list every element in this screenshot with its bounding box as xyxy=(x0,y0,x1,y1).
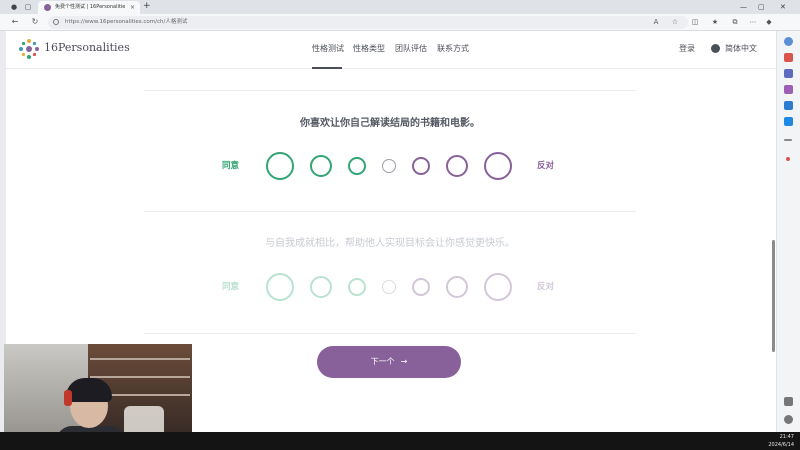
person-hair xyxy=(66,378,112,402)
disagree-label: 反对 xyxy=(537,161,555,171)
window-close-icon[interactable]: ✕ xyxy=(780,2,786,12)
next-button[interactable]: 下一个 → xyxy=(317,346,461,378)
section-divider xyxy=(144,211,636,212)
search-icon[interactable] xyxy=(784,37,793,46)
answer-option-slightly-disagree[interactable] xyxy=(412,157,430,175)
profile-icon[interactable]: ● xyxy=(10,3,18,11)
nav-active-indicator xyxy=(312,67,342,69)
minimize-icon[interactable]: — xyxy=(740,2,747,12)
shelf xyxy=(90,376,190,378)
question-text: 与自我成就相比，帮助他人实现目标会让你感觉更快乐。 xyxy=(265,238,515,249)
nav-personality-types[interactable]: 性格类型 xyxy=(353,43,385,55)
answer-option-strongly-agree[interactable] xyxy=(266,152,294,180)
agree-label: 同意 xyxy=(222,282,240,292)
maximize-icon[interactable]: ▢ xyxy=(758,2,765,12)
site-favicon-icon xyxy=(44,4,51,11)
taskbar-clock[interactable]: 21:47 2024/6/14 xyxy=(768,433,794,449)
games-icon[interactable] xyxy=(784,85,793,94)
favorites-icon[interactable]: ★ xyxy=(710,17,720,27)
logo-icon[interactable] xyxy=(18,38,40,60)
answer-option-neutral[interactable] xyxy=(382,280,396,294)
collections-icon[interactable]: ⧉ xyxy=(730,17,740,27)
nav-team-assessment[interactable]: 团队评估 xyxy=(395,43,427,55)
answer-option-slightly-agree[interactable] xyxy=(348,278,366,296)
answer-option-agree[interactable] xyxy=(310,155,332,177)
answer-option-slightly-disagree[interactable] xyxy=(412,278,430,296)
desktop-screen: ● ▢ 免费个性测试 | 16Personalities × + — ▢ ✕ ←… xyxy=(0,0,800,450)
refresh-icon[interactable]: ↻ xyxy=(30,17,40,27)
outlook-icon[interactable] xyxy=(784,117,793,126)
agree-label: 同意 xyxy=(222,161,240,171)
section-divider xyxy=(144,333,636,334)
question-text: 你喜欢让你自己解读结局的书籍和电影。 xyxy=(300,118,480,129)
sidebar-layout-icon[interactable] xyxy=(784,397,793,406)
new-tab-button[interactable]: + xyxy=(143,1,151,12)
address-url[interactable]: https://www.16personalities.com/ch/人格测试 xyxy=(65,17,187,28)
shelf xyxy=(90,358,190,360)
read-aloud-icon[interactable]: A xyxy=(651,17,661,27)
login-link[interactable]: 登录 xyxy=(679,43,695,55)
copilot-icon[interactable]: ◆ xyxy=(764,17,774,27)
answer-option-disagree[interactable] xyxy=(446,276,468,298)
browser-tab-strip: ● ▢ 免费个性测试 | 16Personalities × + — ▢ ✕ xyxy=(0,0,800,14)
answer-option-agree[interactable] xyxy=(310,276,332,298)
globe-icon[interactable] xyxy=(711,44,720,53)
browser-tab-active[interactable]: 免费个性测试 | 16Personalities × xyxy=(38,1,140,14)
answer-option-neutral[interactable] xyxy=(382,159,396,173)
back-icon[interactable]: ← xyxy=(10,17,20,27)
browser-toolbar: ← ↻ https://www.16personalities.com/ch/人… xyxy=(0,14,800,31)
sidebar-settings-icon[interactable] xyxy=(784,415,793,424)
answer-option-strongly-disagree[interactable] xyxy=(484,273,512,301)
taskbar: 21:47 2024/6/14 xyxy=(0,432,800,450)
add-sidebar-app-icon[interactable] xyxy=(786,157,790,161)
answer-option-disagree[interactable] xyxy=(446,155,468,177)
tab-close-icon[interactable]: × xyxy=(130,3,135,12)
answer-option-slightly-agree[interactable] xyxy=(348,157,366,175)
address-bar[interactable]: https://www.16personalities.com/ch/人格测试 … xyxy=(48,16,688,29)
section-divider xyxy=(144,90,636,91)
tools-icon[interactable] xyxy=(784,69,793,78)
lock-icon xyxy=(53,19,59,25)
browser-sidebar xyxy=(776,31,800,432)
site-header: 16Personalities 性格测试 性格类型 团队评估 联系方式 登录 简… xyxy=(6,31,776,69)
sidebar-divider xyxy=(784,139,792,141)
clock-time: 21:47 xyxy=(779,434,794,440)
settings-more-icon[interactable]: ⋯ xyxy=(748,17,758,27)
shopping-icon[interactable] xyxy=(784,53,793,62)
clock-date: 2024/6/14 xyxy=(768,442,794,448)
page-scrollbar[interactable] xyxy=(772,240,775,352)
answer-option-strongly-agree[interactable] xyxy=(266,273,294,301)
language-selector[interactable]: 简体中文 xyxy=(725,43,757,55)
headset xyxy=(64,390,72,406)
arrow-right-icon: → xyxy=(400,357,408,366)
split-screen-icon[interactable]: ◫ xyxy=(690,17,700,27)
next-button-label: 下一个 xyxy=(370,357,395,366)
tab-actions-icon[interactable]: ▢ xyxy=(24,3,32,11)
nav-contact[interactable]: 联系方式 xyxy=(437,43,469,55)
disagree-label: 反对 xyxy=(537,282,555,292)
answer-option-strongly-disagree[interactable] xyxy=(484,152,512,180)
nav-personality-test[interactable]: 性格测试 xyxy=(312,43,344,55)
favorite-star-icon[interactable]: ☆ xyxy=(670,17,680,27)
tab-title: 免费个性测试 | 16Personalities xyxy=(55,4,125,10)
office-icon[interactable] xyxy=(784,101,793,110)
logo-text[interactable]: 16Personalities xyxy=(44,40,130,56)
